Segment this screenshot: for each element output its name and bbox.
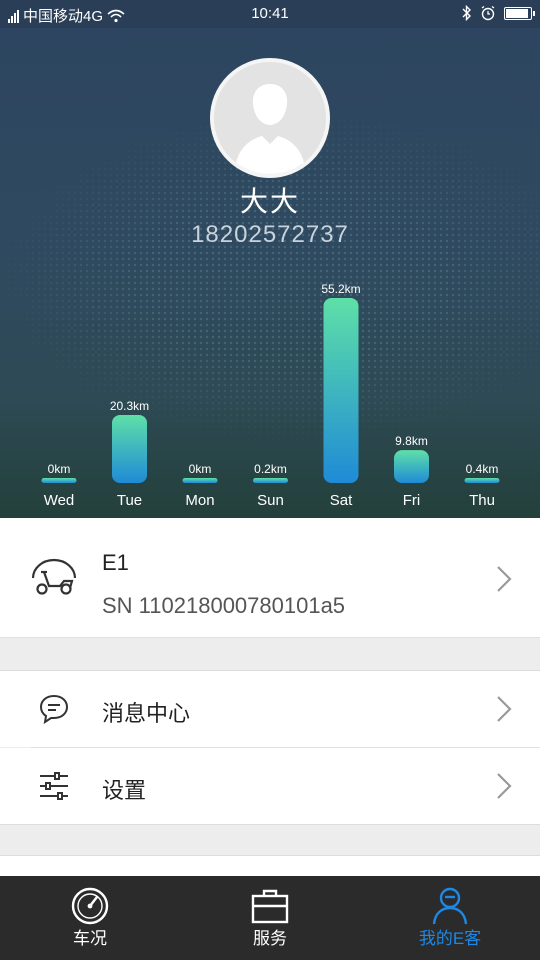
toolbox-icon [251, 889, 289, 924]
chart-day-label: Fri [403, 492, 421, 509]
chart-bar-wed [41, 478, 77, 483]
chart-data-label: 0km [189, 462, 212, 476]
bluetooth-icon [462, 5, 471, 21]
chart-day-label: Tue [117, 492, 142, 509]
chevron-right-icon [497, 566, 512, 592]
user-icon [432, 887, 468, 925]
menu-label-settings: 设置 [102, 778, 147, 803]
chart-bar-sat [323, 298, 359, 483]
chart-bar-sun [253, 478, 288, 483]
chart-bar-fri [394, 450, 429, 483]
menu-item-settings[interactable]: 设置 [0, 748, 540, 824]
profile-header: 大大 18202572737 0km Wed 20.3km Tue 0km Mon 0.2k… [0, 28, 540, 518]
chart-day-label: Mon [185, 492, 214, 509]
alarm-icon [481, 5, 495, 21]
tab-label: 车况 [73, 929, 107, 948]
tab-vehicle-status[interactable]: 车况 [0, 876, 180, 960]
vehicle-serial: SN 110218000780101a5 [102, 593, 346, 618]
weekly-mileage-chart: 0km Wed 20.3km Tue 0km Mon 0.2km Sun 55.2km Sat 9.… [41, 282, 500, 509]
battery-icon [504, 6, 535, 20]
chart-day-label: Sun [257, 492, 284, 509]
chart-data-label: 0km [48, 462, 71, 476]
sliders-icon [40, 772, 68, 800]
status-bar: 中国移动4G 10:41 [0, 0, 540, 28]
speedometer-icon [71, 887, 109, 925]
chart-day-label: Thu [469, 492, 495, 509]
divider [0, 824, 540, 825]
tab-label: 我的E客 [418, 929, 482, 948]
chart-bar-thu [464, 478, 500, 483]
tab-my-profile[interactable]: 我的E客 [360, 876, 540, 960]
vehicle-card[interactable]: E1 SN 110218000780101a5 [0, 518, 540, 638]
menu-item-messages[interactable]: 消息中心 [0, 671, 540, 747]
menu-label-messages: 消息中心 [102, 701, 191, 726]
tab-service[interactable]: 服务 [180, 876, 360, 960]
clock: 10:41 [251, 5, 289, 22]
chart-bar-mon [182, 478, 218, 483]
chart-data-label: 9.8km [395, 434, 428, 448]
chart-bar-tue [112, 414, 147, 483]
chat-bubble-icon [39, 694, 69, 725]
chart-data-label: 20.3km [110, 399, 149, 413]
chevron-right-icon [497, 773, 512, 799]
chevron-right-icon [497, 696, 512, 722]
scooter-icon [31, 558, 77, 595]
bottom-tab-bar: 车况 服务 我的E客 [0, 876, 540, 960]
chart-data-label: 0.2km [254, 462, 287, 476]
chart-data-label: 0.4km [466, 462, 499, 476]
chart-day-label: Wed [44, 492, 75, 509]
vehicle-name: E1 [102, 550, 129, 575]
tab-label: 服务 [253, 929, 287, 948]
chart-data-label: 55.2km [321, 282, 360, 296]
partial-menu-item [0, 856, 540, 876]
chart-day-label: Sat [330, 492, 353, 509]
